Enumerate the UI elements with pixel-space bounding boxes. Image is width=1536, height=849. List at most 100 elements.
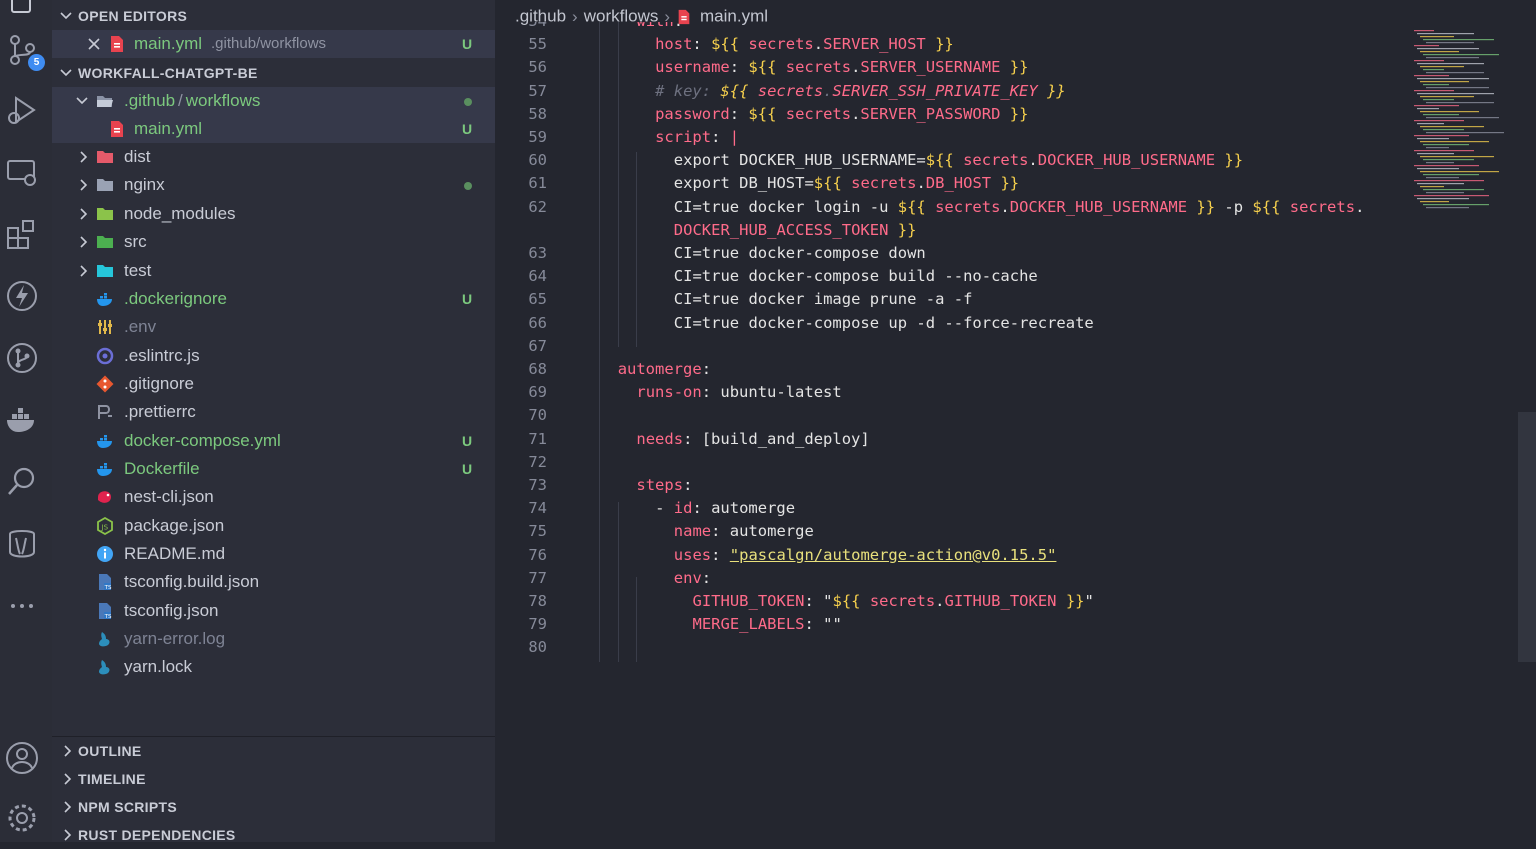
- code-token: :: [701, 360, 712, 378]
- minimap-line: [1417, 123, 1444, 125]
- breadcrumb-item[interactable]: main.yml: [700, 7, 768, 26]
- code-token: GITHUB_TOKEN: [692, 592, 805, 610]
- line-number: 65: [528, 290, 547, 309]
- close-icon[interactable]: [88, 30, 102, 58]
- minimap[interactable]: [1410, 30, 1518, 210]
- breadcrumb-item[interactable]: workflows: [584, 7, 659, 26]
- tree-item-github-workflows[interactable]: .github / workflows: [52, 87, 495, 115]
- remote-explorer-icon[interactable]: [4, 154, 40, 190]
- folder-node-icon: [96, 205, 114, 223]
- timeline-panel-header[interactable]: TIMELINE: [52, 765, 495, 793]
- rust-dependencies-panel-header[interactable]: RUST DEPENDENCIES: [52, 821, 495, 849]
- minimap-line: [1420, 96, 1474, 98]
- tree-item-prettierrc[interactable]: .prettierrc: [52, 398, 495, 426]
- code-token: SERVER_HOST: [823, 35, 926, 54]
- open-editors-header[interactable]: OPEN EDITORS: [52, 2, 495, 30]
- outline-panel-header[interactable]: OUTLINE: [52, 737, 495, 765]
- thunder-client-icon[interactable]: [4, 278, 40, 314]
- code-token: }}: [888, 220, 917, 239]
- svg-text:TS: TS: [104, 614, 112, 620]
- tree-item-dist[interactable]: dist: [52, 143, 495, 171]
- line-number: 72: [528, 452, 547, 471]
- minimap-line: [1420, 201, 1449, 203]
- tree-item-nest-cli[interactable]: nest-cli.json: [52, 483, 495, 511]
- folder-test-icon: [96, 262, 114, 280]
- code-line: GITHUB_TOKEN: "${{ secrets.GITHUB_TOKEN …: [693, 590, 1094, 613]
- svg-text:TS: TS: [104, 585, 112, 591]
- code-token: DOCKER_HUB_USERNAME: [1037, 151, 1216, 170]
- line-number: 77: [528, 568, 547, 587]
- minimap-line: [1417, 168, 1459, 170]
- npm-scripts-panel-header[interactable]: NPM SCRIPTS: [52, 793, 495, 821]
- tree-item-yarn-lock[interactable]: yarn.lock: [52, 653, 495, 681]
- run-debug-icon[interactable]: [4, 92, 40, 128]
- breadcrumb-item[interactable]: .github: [515, 7, 566, 26]
- tree-item-dockerignore[interactable]: .dockerignore U: [52, 285, 495, 313]
- code-token: }}: [1000, 58, 1029, 77]
- code-token: :: [711, 545, 730, 564]
- breadcrumb: .github › workflows › main.yml: [515, 6, 768, 26]
- explorer-sidebar: OPEN EDITORS main.yml .github/workflows …: [52, 0, 495, 843]
- minimap-line: [1426, 72, 1484, 74]
- code-line: DOCKER_HUB_ACCESS_TOKEN }}: [674, 219, 917, 242]
- code-line: host: ${{ secrets.SERVER_HOST }}: [655, 33, 954, 56]
- yaml-file-icon: [108, 35, 126, 53]
- code-token: secrets: [748, 35, 814, 54]
- docker-icon[interactable]: [4, 402, 40, 438]
- open-editor-item[interactable]: main.yml .github/workflows U: [52, 30, 495, 58]
- minimap-line: [1420, 126, 1484, 128]
- minimap-line: [1417, 33, 1474, 35]
- code-editor[interactable]: 54with:55host: ${{ secrets.SERVER_HOST }…: [495, 0, 1536, 842]
- tree-item-dockerfile[interactable]: Dockerfile U: [52, 455, 495, 483]
- extensions-icon[interactable]: [4, 216, 40, 252]
- chevron-right-icon: ›: [572, 6, 578, 26]
- tree-item-src[interactable]: src: [52, 228, 495, 256]
- line-number: 56: [528, 58, 547, 77]
- tree-item-yarn-error[interactable]: yarn-error.log: [52, 625, 495, 653]
- settings-gear-icon[interactable]: [4, 800, 40, 836]
- code-line: username: ${{ secrets.SERVER_USERNAME }}: [655, 56, 1028, 79]
- code-token: :: [729, 104, 749, 123]
- source-control-icon[interactable]: 5: [4, 32, 45, 71]
- vertical-scrollbar[interactable]: [1518, 412, 1536, 662]
- explorer-icon[interactable]: [4, 0, 40, 14]
- code-token: .: [916, 174, 926, 193]
- panel-title: TIMELINE: [78, 771, 146, 787]
- tree-item-node-modules[interactable]: node_modules: [52, 200, 495, 228]
- more-icon[interactable]: [4, 588, 40, 624]
- tree-item-package-json[interactable]: JS package.json: [52, 512, 495, 540]
- tree-item-tsconfig[interactable]: TS tsconfig.json: [52, 597, 495, 625]
- tree-item-test[interactable]: test: [52, 257, 495, 285]
- tree-item-label: src: [124, 232, 147, 251]
- tree-item-docker-compose[interactable]: docker-compose.yml U: [52, 427, 495, 455]
- project-header[interactable]: WORKFALL-CHATGPT-BE: [52, 59, 495, 87]
- indent-guide: [618, 22, 619, 347]
- code-token: ${{: [1252, 197, 1290, 216]
- code-token: ${{: [897, 197, 936, 216]
- line-number: 68: [528, 360, 547, 378]
- tree-item-env[interactable]: .env: [52, 313, 495, 341]
- minimap-line: [1420, 51, 1459, 53]
- database-icon[interactable]: [4, 526, 40, 562]
- minimap-line: [1423, 114, 1459, 116]
- minimap-line: [1423, 189, 1484, 191]
- tree-item-main-yml[interactable]: main.yml U: [52, 115, 495, 143]
- code-token: : automerge: [711, 522, 814, 541]
- chevron-right-icon: [78, 257, 92, 285]
- tree-item-readme[interactable]: README.md: [52, 540, 495, 568]
- git-graph-icon[interactable]: [4, 340, 40, 376]
- tree-item-nginx[interactable]: nginx: [52, 171, 495, 199]
- code-line: password: ${{ secrets.SERVER_PASSWORD }}: [655, 103, 1028, 126]
- tree-item-label: tsconfig.json: [124, 601, 219, 620]
- account-icon[interactable]: [4, 740, 40, 776]
- code-line: automerge:: [618, 358, 711, 381]
- open-editors-title: OPEN EDITORS: [78, 8, 188, 24]
- code-token: .: [1355, 197, 1365, 216]
- code-area[interactable]: 54with:55host: ${{ secrets.SERVER_HOST }…: [495, 22, 1536, 842]
- tree-item-gitignore[interactable]: .gitignore: [52, 370, 495, 398]
- env-file-icon: [96, 318, 114, 336]
- search-icon[interactable]: [4, 464, 40, 500]
- tree-item-tsconfig-build[interactable]: TS tsconfig.build.json: [52, 568, 495, 596]
- tree-item-eslintrc[interactable]: .eslintrc.js: [52, 342, 495, 370]
- code-line: steps:: [636, 474, 692, 497]
